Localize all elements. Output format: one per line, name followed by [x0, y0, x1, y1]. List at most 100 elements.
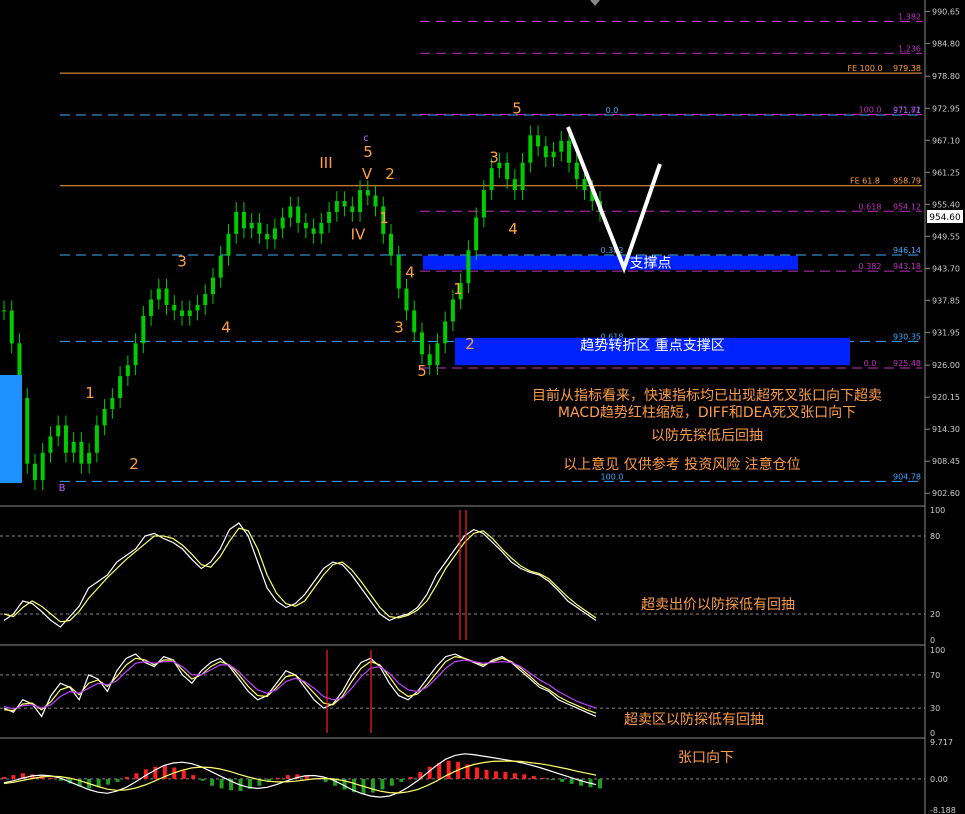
candle: [567, 140, 572, 163]
macd-bar: [389, 778, 394, 786]
fib-right-label: 925.48: [893, 359, 921, 368]
indicator-line: [3, 653, 597, 718]
macd-bar: [522, 774, 527, 779]
macd-bar: [134, 773, 139, 779]
candle: [195, 304, 200, 311]
candle: [218, 255, 223, 278]
macd-bar: [370, 778, 375, 793]
subchart-tick-label: -8.188: [930, 806, 956, 814]
candle: [582, 179, 587, 191]
candle: [102, 408, 107, 426]
current-price-label: 954.60: [929, 213, 961, 223]
fib-right-label: 904.78: [893, 472, 921, 481]
candle: [9, 310, 14, 344]
subchart-tick-label: 20: [930, 610, 940, 619]
price-tick-label: 937.85: [932, 296, 960, 305]
wave-label: c: [363, 133, 369, 144]
macd-bar: [276, 777, 281, 779]
wave-label: 2: [385, 165, 395, 183]
candle: [234, 211, 239, 234]
wave-label: 1: [453, 280, 463, 298]
subchart-tick-label: 80: [930, 532, 940, 541]
wave-label: 3: [489, 149, 499, 167]
annotation-line-2: MACD趋势红柱缩短，DIFF和DEA死叉张口向下: [558, 405, 856, 421]
candle: [342, 201, 347, 207]
fib-left-label: 0.618: [859, 202, 882, 211]
support-zone-label: 支撑点: [630, 256, 672, 272]
candle: [358, 190, 363, 212]
candle: [512, 179, 517, 191]
fib-right-label: 1.382: [898, 13, 921, 22]
candle: [149, 299, 154, 316]
macd-bar: [408, 777, 413, 779]
macd-bar: [124, 777, 129, 779]
fib-right-label: 946.14: [893, 246, 921, 255]
support-zone: [423, 255, 798, 270]
macd-bar: [191, 775, 196, 779]
volume-block: [0, 375, 22, 483]
wave-label: IV: [351, 225, 366, 243]
indicator-line: [3, 655, 597, 714]
candle: [389, 233, 394, 256]
candle: [419, 332, 424, 355]
wave-label: V: [362, 165, 373, 183]
candle: [551, 151, 556, 158]
candle: [559, 140, 564, 152]
wave-label: 4: [221, 318, 231, 336]
macd-bar: [399, 778, 404, 782]
macd-bar: [200, 778, 205, 781]
macd-bar: [598, 778, 602, 789]
candle: [71, 441, 76, 453]
fib-left-label: 0.382: [859, 262, 882, 271]
indicator-line: [3, 527, 597, 623]
candle: [466, 250, 471, 284]
macd-bar: [531, 775, 536, 779]
subchart-tick-label: 9.717: [930, 738, 953, 747]
macd-bar: [106, 778, 111, 785]
macd-bar: [503, 772, 508, 779]
candle: [241, 211, 246, 229]
subchart-tick-label: 70: [930, 671, 940, 680]
macd-bar: [380, 778, 385, 790]
macd-bar: [219, 778, 224, 789]
candle: [32, 463, 37, 481]
candle: [489, 168, 494, 191]
candle: [203, 294, 208, 305]
candle: [87, 452, 92, 464]
price-tick-label: 931.95: [932, 329, 960, 338]
projection-path: [566, 126, 662, 274]
candle: [125, 365, 130, 377]
macd-bar: [569, 778, 574, 784]
macd-bar: [560, 778, 565, 782]
main-panel: 990.65 984.80 978.80 972.95 967.10 961.25 955.…: [0, 7, 960, 498]
candle: [272, 228, 277, 240]
price-tick-label: 943.70: [932, 264, 960, 273]
fib-left-label: 0.0: [864, 359, 877, 368]
candle: [404, 288, 409, 311]
wave-label: 4: [508, 220, 518, 238]
candle: [79, 441, 84, 464]
candle: [110, 398, 115, 409]
candle: [187, 310, 192, 316]
scroll-marker-icon[interactable]: [590, 0, 600, 6]
fib-right-label: 971.82: [893, 105, 921, 114]
price-tick-label: 972.95: [932, 104, 960, 113]
macd-bar: [11, 775, 16, 779]
candle: [350, 206, 355, 212]
candle: [296, 206, 301, 223]
indicator-line: [3, 659, 597, 710]
wave-label: III: [319, 154, 332, 172]
fib-left-label: FE 61.8: [850, 177, 880, 186]
price-tick-label: 978.80: [932, 72, 960, 81]
candle: [40, 452, 45, 481]
price-chart: 990.65 984.80 978.80 972.95 967.10 961.25 955.…: [0, 0, 963, 814]
fib-left-label: 100.0: [859, 105, 882, 114]
macd-bar: [115, 778, 120, 782]
candle: [2, 310, 6, 312]
macd-bar: [541, 777, 546, 779]
candle: [288, 206, 293, 218]
candle: [226, 233, 231, 256]
candle: [48, 436, 53, 453]
annotation-line-1: 目前从指标看来，快速指标均已出现超死叉张口向下超卖: [532, 387, 882, 404]
fib-right-label: 979.38: [893, 64, 921, 73]
